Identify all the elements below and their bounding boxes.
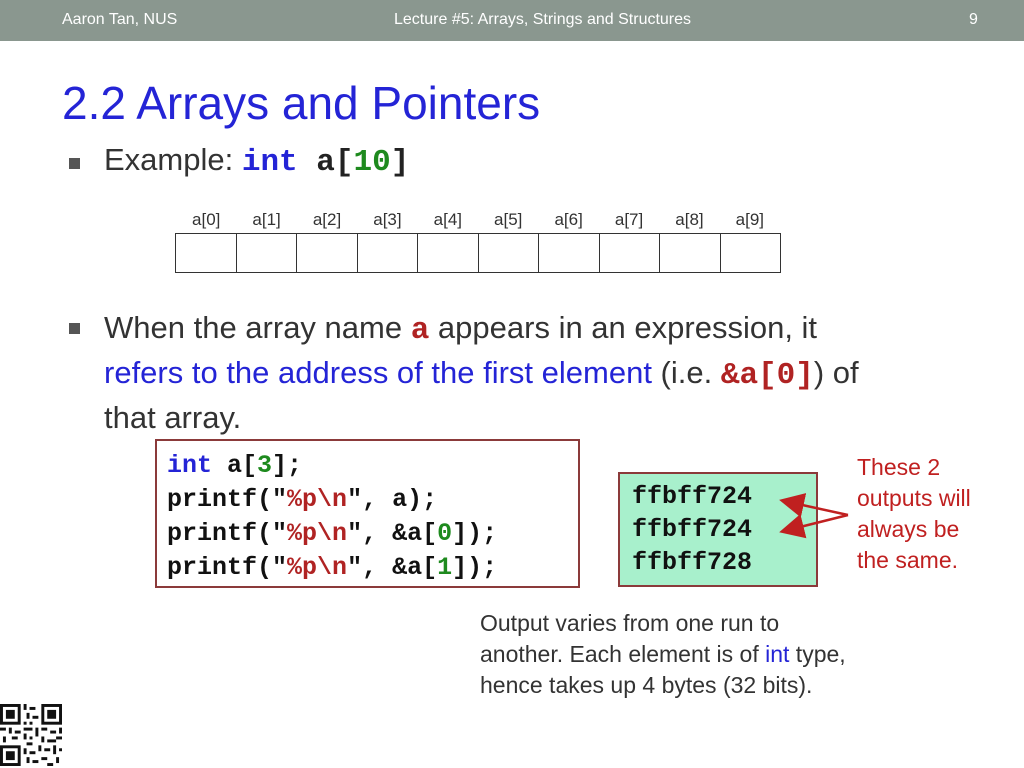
slide-header: Aaron Tan, NUS Lecture #5: Arrays, Strin…	[0, 0, 1024, 41]
code-text: printf(	[167, 485, 273, 514]
code-address: &a[0]	[720, 358, 814, 393]
example-label: Example:	[104, 142, 242, 177]
array-label: a[2]	[312, 210, 342, 229]
array-cell	[418, 234, 479, 272]
caption-int-keyword: int	[765, 641, 790, 667]
code-number: 3	[257, 451, 273, 480]
slide-title: 2.2 Arrays and Pointers	[62, 77, 541, 129]
highlight-text: refers to the address of the first eleme…	[104, 355, 652, 390]
caption-line: hence takes up 4 bytes (32 bits).	[480, 672, 813, 698]
array-cell	[660, 234, 721, 272]
code-text: , a);	[362, 485, 438, 514]
code-number: 10	[353, 145, 391, 180]
code-keyword: int	[241, 145, 298, 180]
code-quote: "	[272, 553, 288, 582]
code-number: 0	[437, 519, 453, 548]
array-cell	[176, 234, 237, 272]
array-cell	[539, 234, 600, 272]
caption-line: another. Each element is of int type,	[480, 639, 920, 670]
code-text: printf(	[167, 519, 273, 548]
array-label: a[7]	[614, 210, 644, 229]
array-label: a[9]	[735, 210, 765, 229]
note-line: always be	[857, 516, 960, 542]
code-text: ];	[272, 451, 303, 480]
header-author: Aaron Tan, NUS	[62, 11, 178, 28]
bullet-icon	[69, 158, 80, 169]
caption-line: Output varies from one run to	[480, 610, 780, 636]
array-label: a[5]	[494, 210, 523, 229]
array-label: a[4]	[433, 210, 462, 229]
array-cell	[237, 234, 297, 272]
code-quote: "	[272, 519, 288, 548]
page-number: 9	[969, 11, 978, 28]
code-text: , &a[	[362, 553, 438, 582]
caption-text: type,	[789, 641, 846, 667]
array-label: a[6]	[554, 210, 583, 229]
array-cell	[600, 234, 660, 272]
output-caption: Output varies from one run to another. E…	[480, 608, 920, 701]
note-line: outputs will	[857, 485, 971, 511]
bullet-array-name: When the array name a appears in an expr…	[104, 307, 984, 439]
code-text: ]);	[452, 519, 498, 548]
code-line-3: printf("%p\n", &a[0]);	[167, 517, 578, 551]
code-quote: "	[347, 485, 363, 514]
code-quote: "	[347, 553, 363, 582]
code-line-2: printf("%p\n", a);	[167, 483, 578, 517]
caption-text: another. Each element is of	[480, 641, 766, 667]
code-text: , &a[	[362, 519, 438, 548]
bullet-icon	[69, 323, 80, 334]
array-cell	[297, 234, 358, 272]
code-text: ]);	[452, 553, 498, 582]
code-box: int a[3]; printf("%p\n", a); printf("%p\…	[155, 439, 580, 588]
code-identifier: a[	[297, 145, 354, 180]
array-index-labels: a[0] a[1] a[2] a[3] a[4] a[5] a[6] a[7] …	[176, 210, 780, 232]
output-line: ffbff728	[632, 548, 753, 577]
code-text: a[	[212, 451, 258, 480]
code-quote: "	[272, 485, 288, 514]
code-quote: "	[347, 519, 363, 548]
array-cell	[479, 234, 539, 272]
pointer-arrows-icon	[779, 493, 849, 539]
code-format-string: %p\n	[287, 553, 348, 582]
code-line-1: int a[3];	[167, 449, 578, 483]
array-cells-diagram	[175, 233, 781, 273]
code-number: 1	[437, 553, 453, 582]
header-lecture-title: Lecture #5: Arrays, Strings and Structur…	[394, 11, 692, 28]
array-label: a[8]	[675, 210, 704, 229]
bullet2-text-5: that array.	[104, 400, 242, 435]
code-format-string: %p\n	[287, 519, 348, 548]
side-note: These 2 outputs will always be the same.	[857, 452, 1017, 576]
bullet2-text-2: appears in an expression, it	[429, 310, 818, 345]
qr-code-icon	[0, 704, 62, 766]
bullet-example: Example: int a[10]	[104, 142, 409, 180]
code-array-name: a	[410, 313, 430, 348]
code-bracket: ]	[390, 145, 410, 180]
array-label: a[1]	[252, 210, 281, 229]
array-label: a[0]	[192, 210, 221, 229]
note-line: These 2	[857, 454, 941, 480]
note-line: the same.	[857, 547, 958, 573]
bullet2-text-1: When the array name	[104, 310, 411, 345]
array-label: a[3]	[373, 210, 402, 229]
code-text: printf(	[167, 553, 273, 582]
code-format-string: %p\n	[287, 485, 348, 514]
code-line-4: printf("%p\n", &a[1]);	[167, 551, 578, 585]
array-cell	[358, 234, 418, 272]
bullet2-text-3: (i.e.	[651, 355, 721, 390]
bullet2-text-4: ) of	[813, 355, 859, 390]
code-keyword: int	[167, 451, 213, 480]
array-cell	[721, 234, 781, 272]
